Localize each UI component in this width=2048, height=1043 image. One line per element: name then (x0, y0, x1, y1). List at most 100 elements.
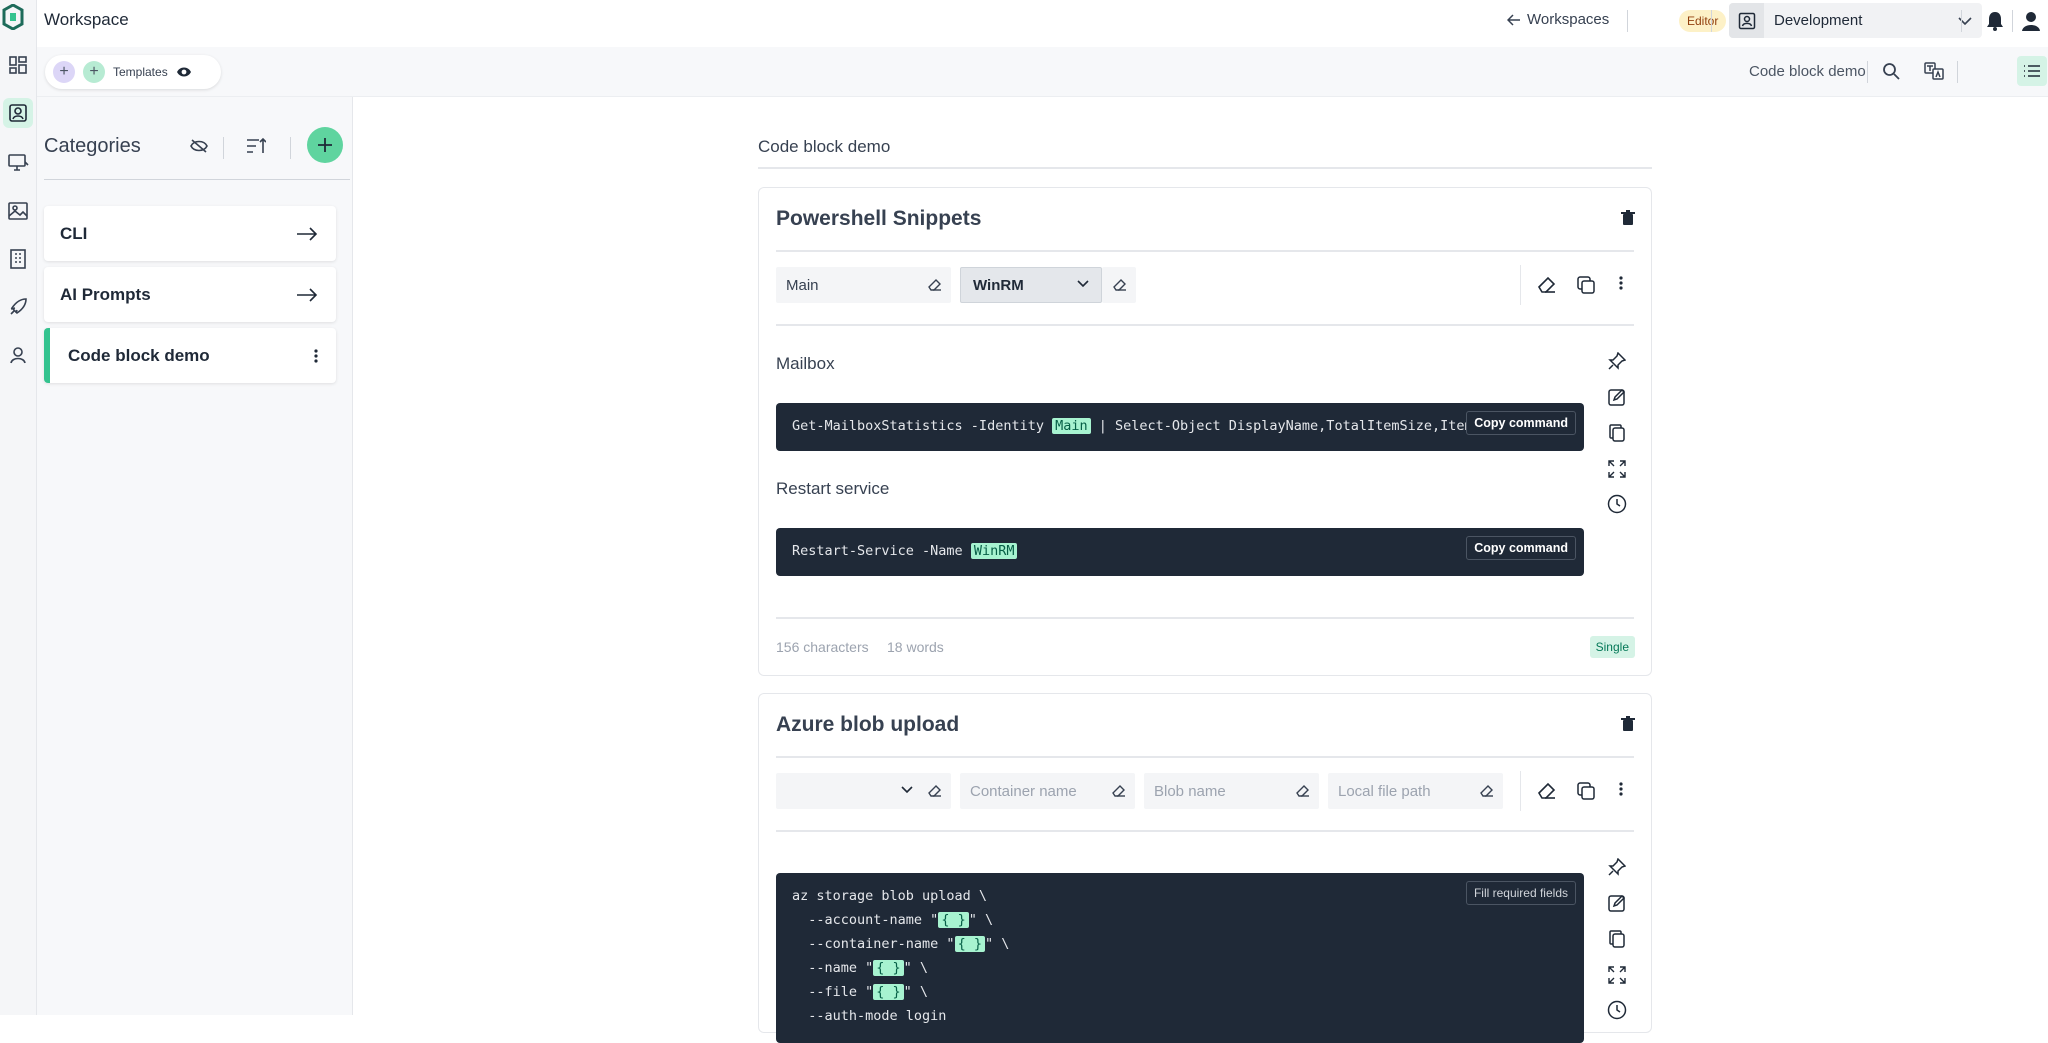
code-text: --container-name " (792, 936, 955, 952)
copy-command-button[interactable]: Copy command (1466, 536, 1576, 560)
divider (1711, 10, 1712, 32)
workspace-select-value: Development (1774, 12, 1863, 29)
bell-icon[interactable] (1985, 10, 2005, 32)
arrow-left-icon (1507, 13, 1521, 26)
add-icon[interactable]: + (53, 61, 75, 83)
eraser-icon[interactable] (1295, 783, 1311, 799)
rocket-icon[interactable] (3, 292, 33, 322)
divider (776, 250, 1634, 252)
copy-command-button[interactable]: Copy command (1466, 411, 1576, 435)
pin-icon[interactable] (1604, 348, 1630, 374)
code-line: --file "{ } " \ (792, 984, 928, 1000)
user-icon[interactable] (3, 340, 33, 370)
app-title: Workspace (44, 10, 129, 29)
local-file-path-field[interactable]: Local file path (1328, 773, 1503, 809)
copy-icon[interactable] (1604, 420, 1630, 446)
divider (2012, 10, 2013, 32)
add-icon[interactable]: + (83, 61, 105, 83)
role-badge: Editor (1679, 10, 1727, 32)
logo-icon (2, 4, 24, 30)
service-select-value: WinRM (973, 276, 1024, 294)
trash-icon[interactable] (1621, 716, 1635, 732)
code-variable: Main (1052, 418, 1091, 434)
code-variable: { } (954, 936, 985, 952)
snippet-card: Azure blob upload Container name Blob na… (758, 693, 1652, 1043)
eye-off-icon[interactable] (190, 139, 208, 153)
copy-icon[interactable] (1604, 926, 1630, 952)
code-line: --account-name "{ } " \ (792, 912, 993, 928)
code-variable: { } (938, 912, 969, 928)
divider (1867, 61, 1868, 83)
blob-name-field[interactable]: Blob name (1144, 773, 1319, 809)
trash-icon[interactable] (1621, 210, 1635, 226)
more-vertical-icon[interactable] (1608, 270, 1634, 296)
divider (776, 830, 1634, 832)
word-count: 18 words (887, 639, 944, 655)
fill-required-fields-button[interactable]: Fill required fields (1465, 881, 1576, 905)
code-variable: { } (873, 960, 904, 976)
divider (776, 617, 1634, 619)
arrow-right-icon (296, 226, 318, 241)
chevron-down-icon (901, 786, 913, 794)
container-name-field[interactable]: Container name (960, 773, 1135, 809)
dashboard-icon[interactable] (3, 50, 33, 80)
code-variable: WinRM (970, 543, 1018, 559)
edit-icon[interactable] (1604, 890, 1630, 916)
user-icon[interactable] (2020, 10, 2042, 32)
expand-icon[interactable] (1604, 962, 1630, 988)
category-label: CLI (60, 223, 88, 243)
code-block: Restart-Service -Name WinRM Copy command (776, 528, 1584, 576)
templates-label[interactable]: Templates (113, 65, 168, 79)
container-name-placeholder: Container name (970, 782, 1077, 800)
more-vertical-icon[interactable] (314, 348, 318, 363)
snippet-title: Powershell Snippets (776, 207, 982, 230)
sort-icon[interactable] (246, 137, 266, 155)
code-text: az storage blob upload \ (792, 888, 988, 904)
eraser-icon[interactable] (1112, 277, 1128, 293)
image-icon[interactable] (3, 196, 33, 226)
eraser-icon[interactable] (1111, 783, 1127, 799)
history-icon[interactable] (1604, 491, 1630, 517)
chevron-down-icon (1077, 280, 1089, 288)
workspaces-back-link[interactable]: Workspaces (1507, 11, 1609, 28)
eraser-icon[interactable] (1479, 783, 1495, 799)
account-select[interactable] (776, 773, 951, 809)
divider (223, 137, 224, 159)
divider (290, 137, 291, 159)
eraser-icon[interactable] (1534, 272, 1560, 298)
code-line: az storage blob upload \ (792, 888, 987, 904)
more-vertical-icon[interactable] (1608, 776, 1634, 802)
eye-icon[interactable] (176, 66, 192, 78)
history-icon[interactable] (1604, 997, 1630, 1023)
code-line: Restart-Service -Name WinRM (792, 543, 1018, 559)
expand-icon[interactable] (1604, 456, 1630, 482)
categories-panel: Categories CLI AI Prompts Code block dem… (37, 97, 353, 1015)
search-icon[interactable] (1876, 56, 1906, 86)
category-item-code-block-demo[interactable]: Code block demo (44, 328, 336, 383)
translate-icon[interactable] (1919, 56, 1949, 86)
pin-icon[interactable] (1604, 854, 1630, 880)
eraser-icon[interactable] (927, 783, 943, 799)
eraser-icon[interactable] (927, 277, 943, 293)
monitor-icon[interactable] (3, 148, 33, 178)
edit-icon[interactable] (1604, 384, 1630, 410)
main-field-value: Main (786, 276, 819, 294)
eraser-icon[interactable] (1534, 778, 1560, 804)
category-item-cli[interactable]: CLI (44, 206, 336, 261)
building-icon[interactable] (3, 244, 33, 274)
divider (44, 179, 350, 180)
copy-icon[interactable] (1573, 272, 1599, 298)
add-category-button[interactable] (307, 127, 343, 163)
code-line: --auth-mode login (792, 1008, 946, 1024)
service-select[interactable]: WinRM (960, 267, 1102, 303)
block-label: Restart service (776, 479, 890, 498)
contacts-icon[interactable] (3, 98, 33, 128)
main-field[interactable]: Main (776, 267, 951, 303)
code-text: --file " (792, 984, 874, 1000)
category-label: AI Prompts (60, 284, 151, 304)
category-item-ai-prompts[interactable]: AI Prompts (44, 267, 336, 322)
workspace-select[interactable]: Development (1729, 3, 1982, 38)
templates-pill: + + Templates (45, 55, 221, 89)
list-view-icon[interactable] (2017, 56, 2047, 86)
copy-icon[interactable] (1573, 778, 1599, 804)
